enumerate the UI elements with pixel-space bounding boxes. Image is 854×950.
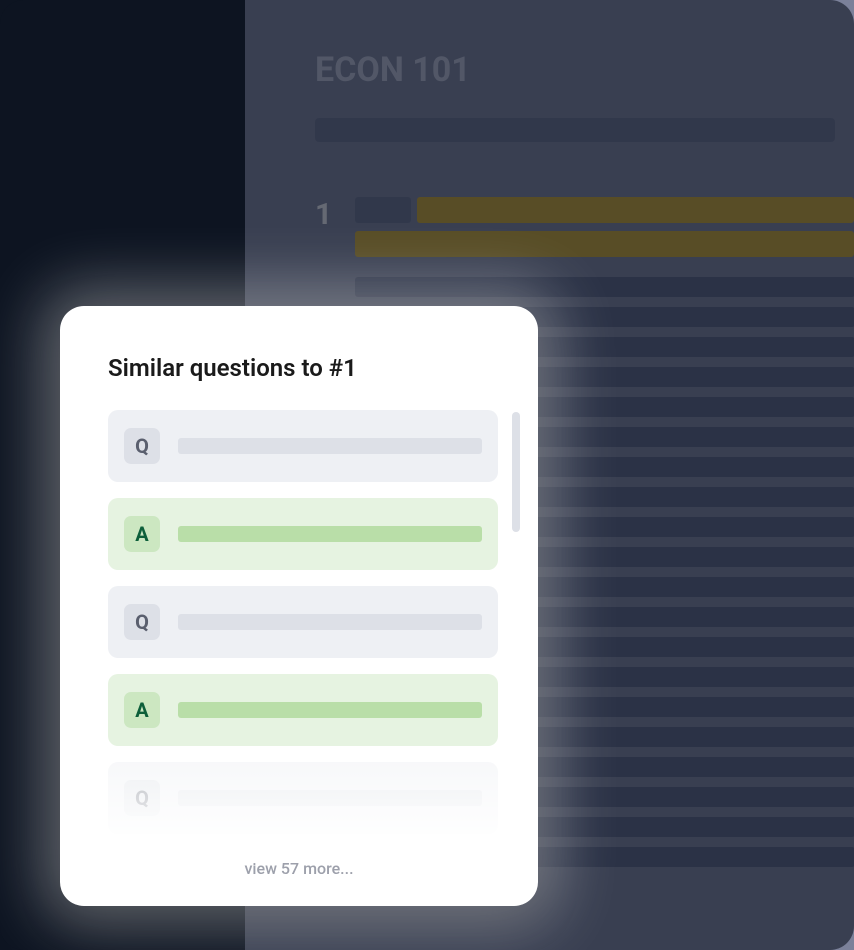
- qa-item-question[interactable]: Q: [108, 586, 498, 658]
- text-placeholder: [178, 526, 482, 542]
- qa-item-question[interactable]: Q: [108, 762, 498, 834]
- question-number: 1: [315, 197, 345, 232]
- view-more-link[interactable]: view 57 more...: [60, 859, 538, 878]
- highlight-placeholder: [355, 231, 854, 257]
- text-placeholder: [355, 277, 854, 297]
- course-title: ECON 101: [315, 50, 854, 90]
- question-content: [355, 197, 854, 257]
- text-placeholder: [178, 438, 482, 454]
- similar-questions-popup: Similar questions to #1 Q A Q A Q view: [60, 306, 538, 906]
- qa-item-answer[interactable]: A: [108, 498, 498, 570]
- popup-title: Similar questions to #1: [108, 354, 498, 382]
- text-placeholder: [355, 197, 411, 223]
- scrollbar[interactable]: [512, 412, 520, 532]
- answer-badge: A: [124, 516, 160, 552]
- highlight-placeholder: [417, 197, 854, 223]
- qa-item-question[interactable]: Q: [108, 410, 498, 482]
- answer-badge: A: [124, 692, 160, 728]
- qa-list[interactable]: Q A Q A Q: [108, 410, 498, 850]
- subtitle-placeholder: [315, 118, 835, 142]
- question-row: 1: [315, 197, 854, 257]
- question-badge: Q: [124, 780, 160, 816]
- question-badge: Q: [124, 428, 160, 464]
- qa-item-answer[interactable]: A: [108, 674, 498, 746]
- text-placeholder: [178, 790, 482, 806]
- text-placeholder: [178, 614, 482, 630]
- question-badge: Q: [124, 604, 160, 640]
- text-placeholder: [178, 702, 482, 718]
